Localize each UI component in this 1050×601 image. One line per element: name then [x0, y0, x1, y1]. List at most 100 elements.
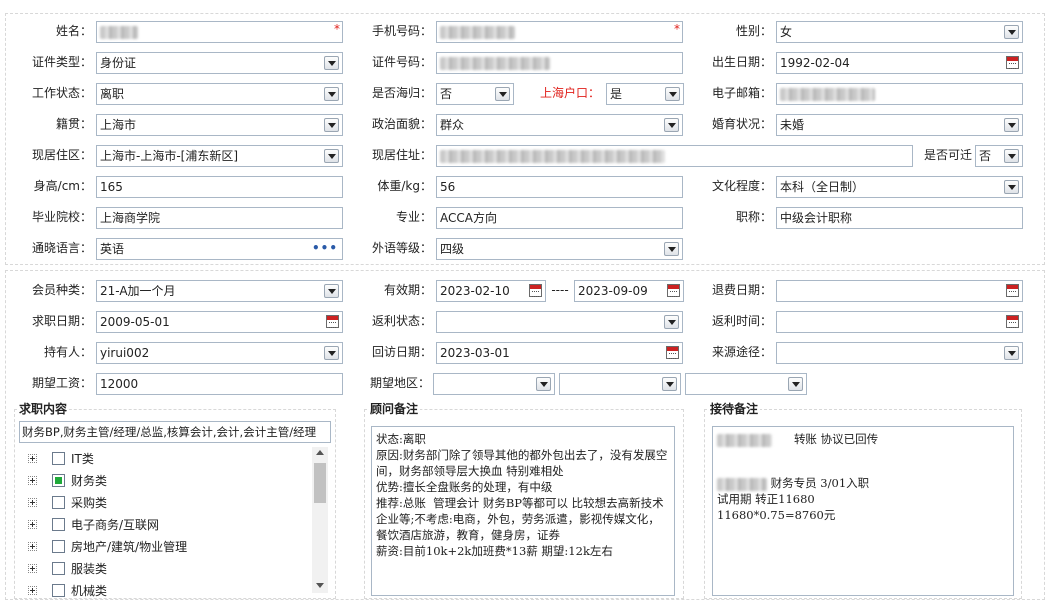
calendar-icon[interactable] [666, 346, 679, 359]
visit-date-input[interactable]: 2023-03-01 [436, 342, 683, 364]
expand-icon[interactable] [28, 520, 37, 529]
work-status-value: 离职 [100, 87, 125, 101]
scroll-down-icon[interactable] [316, 583, 324, 588]
checkbox[interactable] [52, 584, 65, 597]
expand-icon[interactable] [28, 476, 37, 485]
chevron-down-icon[interactable] [1004, 180, 1019, 194]
residence-area-select[interactable]: 上海市-上海市-[浦东新区] [96, 145, 343, 167]
expand-icon[interactable] [28, 542, 37, 551]
calendar-icon[interactable] [1006, 56, 1019, 69]
checkbox[interactable] [52, 496, 65, 509]
chevron-down-icon[interactable] [664, 315, 679, 329]
weight-input[interactable]: 56 [436, 176, 683, 198]
chevron-down-icon[interactable] [1004, 346, 1019, 360]
gender-select[interactable]: 女 [776, 21, 1023, 43]
political-select[interactable]: 群众 [436, 114, 683, 136]
checkbox[interactable] [52, 540, 65, 553]
height-input[interactable]: 165 [96, 176, 343, 198]
chevron-down-icon[interactable] [664, 242, 679, 256]
name-input[interactable] [96, 21, 343, 43]
job-category-tree[interactable]: IT类 财务类 采购类 电子商务/互联网 房地产/建筑/物业管理 服装类 机械类 [19, 447, 329, 597]
expand-icon[interactable] [28, 564, 37, 573]
chevron-down-icon[interactable] [324, 56, 339, 70]
tree-scrollbar[interactable] [312, 447, 328, 593]
checkbox[interactable] [52, 518, 65, 531]
birth-date-input[interactable]: 1992-02-04 [776, 52, 1023, 74]
marital-select[interactable]: 未婚 [776, 114, 1023, 136]
region-province-select[interactable] [433, 373, 555, 395]
job-date-input[interactable]: 2009-05-01 [96, 311, 343, 333]
job-date-label: 求职日期： [31, 314, 92, 328]
valid-from-input[interactable]: 2023-02-10 [436, 280, 546, 302]
reception-notes-textarea[interactable]: 转账 协议已回传 财务专员 3/01入职 试用期 转正11680 11680*0… [712, 426, 1014, 596]
id-number-input[interactable] [436, 52, 683, 74]
birth-label: 出生日期： [711, 55, 772, 69]
salary-input[interactable]: 12000 [96, 373, 343, 395]
job-content-summary[interactable]: 财务BP,财务主管/经理/总监,核算会计,会计,会计主管/经理 [19, 421, 331, 443]
lang-level-value: 四级 [440, 242, 465, 256]
expand-icon[interactable] [28, 454, 37, 463]
rebate-time-input[interactable] [776, 311, 1023, 333]
region-city-select[interactable] [559, 373, 681, 395]
scroll-up-icon[interactable] [316, 450, 324, 455]
work-status-label: 工作状态： [31, 86, 92, 100]
lang-level-select[interactable]: 四级 [436, 238, 683, 260]
valid-to-input[interactable]: 2023-09-09 [574, 280, 684, 302]
expand-icon[interactable] [28, 498, 37, 507]
returnee-select[interactable]: 否 [436, 83, 514, 105]
title-input[interactable]: 中级会计职称 [776, 207, 1023, 229]
expand-icon[interactable] [28, 586, 37, 595]
checkbox[interactable] [52, 452, 65, 465]
chevron-down-icon[interactable] [324, 346, 339, 360]
valid-separator: ---- [551, 283, 569, 297]
chevron-down-icon[interactable] [324, 87, 339, 101]
school-input[interactable]: 上海商学院 [96, 207, 343, 229]
region-district-select[interactable] [685, 373, 807, 395]
chevron-down-icon[interactable] [324, 284, 339, 298]
chevron-down-icon[interactable] [324, 149, 339, 163]
relocate-select[interactable]: 否 [975, 145, 1023, 167]
native-select[interactable]: 上海市 [96, 114, 343, 136]
checkbox-checked[interactable] [52, 474, 65, 487]
calendar-icon[interactable] [326, 315, 339, 328]
scroll-thumb[interactable] [314, 463, 326, 503]
chevron-down-icon[interactable] [495, 87, 510, 101]
calendar-icon[interactable] [667, 284, 680, 297]
id-number-label: 证件号码： [371, 55, 432, 69]
education-select[interactable]: 本科（全日制） [776, 176, 1023, 198]
checkbox[interactable] [52, 562, 65, 575]
holder-label: 持有人： [43, 345, 92, 359]
holder-select[interactable]: yirui002 [96, 342, 343, 364]
calendar-icon[interactable] [1006, 315, 1019, 328]
chevron-down-icon[interactable] [324, 118, 339, 132]
chevron-down-icon[interactable] [1004, 25, 1019, 39]
chevron-down-icon[interactable] [664, 118, 679, 132]
major-input[interactable]: ACCA方向 [436, 207, 683, 229]
chevron-down-icon[interactable] [662, 377, 677, 391]
source-select[interactable] [776, 342, 1023, 364]
chevron-down-icon[interactable] [1004, 149, 1019, 163]
chevron-down-icon[interactable] [788, 377, 803, 391]
language-input[interactable]: 英语 ••• [96, 238, 343, 260]
reception-line-3: 试用期 转正11680 [717, 492, 815, 506]
member-type-select[interactable]: 21-A加一个月 [96, 280, 343, 302]
chevron-down-icon[interactable] [665, 87, 680, 101]
id-type-select[interactable]: 身份证 [96, 52, 343, 74]
advisor-notes-textarea[interactable]: 状态:离职 原因:财务部门除了领导其他的都外包出去了，没有发展空间，财务部领导层… [371, 426, 675, 596]
more-dots-icon[interactable]: ••• [312, 242, 338, 254]
visit-date-label: 回访日期： [371, 345, 432, 359]
chevron-down-icon[interactable] [536, 377, 551, 391]
calendar-icon[interactable] [529, 284, 542, 297]
calendar-icon[interactable] [1006, 284, 1019, 297]
residence-area-label: 现居住区： [31, 148, 92, 162]
rebate-status-select[interactable] [436, 311, 683, 333]
name-label: 姓名： [55, 24, 92, 38]
valid-to-value: 2023-09-09 [578, 284, 648, 298]
chevron-down-icon[interactable] [1004, 118, 1019, 132]
address-input[interactable] [436, 145, 913, 167]
refund-date-input[interactable] [776, 280, 1023, 302]
work-status-select[interactable]: 离职 [96, 83, 343, 105]
mobile-input[interactable] [436, 21, 683, 43]
shanghai-hukou-select[interactable]: 是 [606, 83, 684, 105]
email-input[interactable] [776, 83, 1023, 105]
